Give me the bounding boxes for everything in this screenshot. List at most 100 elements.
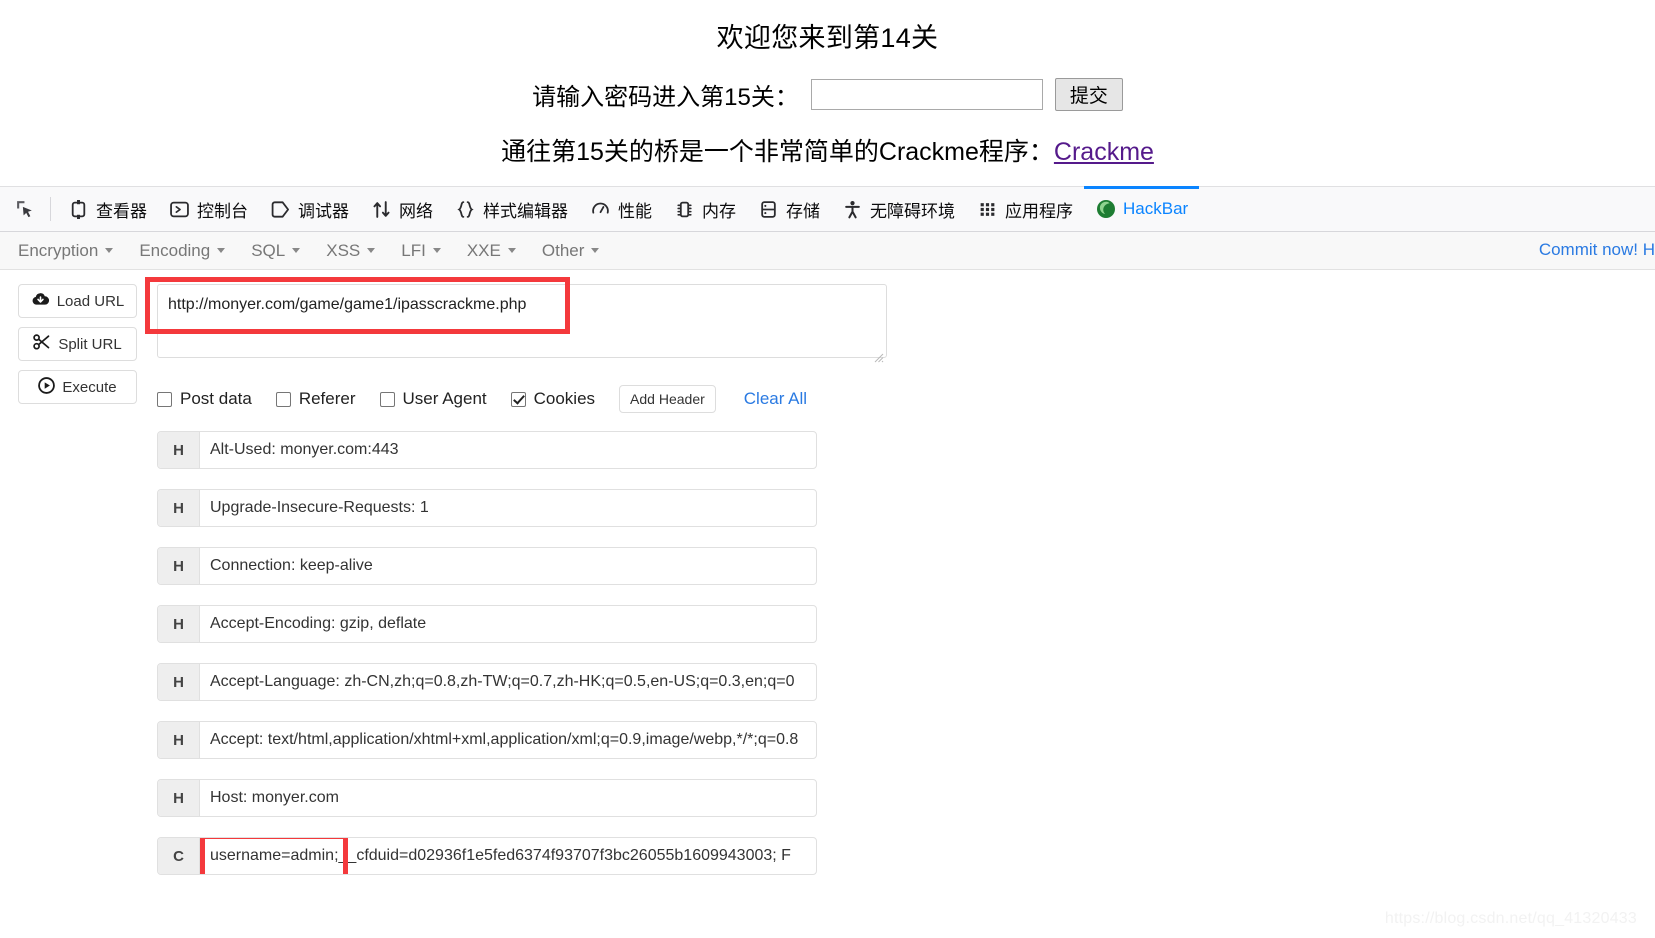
tab-label: 性能 [618,201,652,221]
menu-other[interactable]: Other [542,241,600,261]
application-icon [977,199,998,220]
cookies-checkbox[interactable] [510,391,526,407]
menu-lfi[interactable]: LFI [401,241,441,261]
header-value[interactable]: Accept-Encoding: gzip, deflate [200,606,816,642]
option-post-data[interactable]: Post data [157,389,252,409]
user-agent-checkbox[interactable] [379,391,395,407]
load-url-button[interactable]: Load URL [18,284,137,318]
crackme-link[interactable]: Crackme [1054,138,1154,166]
menu-label: Encryption [18,240,99,260]
menu-encoding[interactable]: Encoding [139,240,226,261]
console-icon [169,199,190,220]
tab-label: 控制台 [197,201,248,221]
devtools-toolbar: 查看器 控制台 调试器 网络 样式编辑器 性能 内存 存储 无障碍环境 应用程序… [0,186,1655,232]
password-form: 请输入密码进入第15关： 提交 [0,77,1655,112]
url-input[interactable] [157,284,887,358]
header-type-tag: H [158,548,200,584]
tab-hackbar[interactable]: HackBar [1084,186,1199,232]
tab-debugger[interactable]: 调试器 [259,186,360,232]
split-url-button[interactable]: Split URL [18,327,137,361]
hackbar-action-buttons: Load URL Split URL Execute [18,284,137,404]
tab-console[interactable]: 控制台 [158,186,259,232]
menu-xss[interactable]: XSS [326,241,376,261]
header-type-tag: H [158,432,200,468]
tab-memory[interactable]: 内存 [663,186,747,232]
cookie-username-part: username=admin; [210,847,339,864]
tab-label: 调试器 [298,201,349,221]
cloud-download-icon [31,292,50,311]
clear-all-link[interactable]: Clear All [744,389,807,409]
menu-label: LFI [401,240,426,260]
element-picker-icon[interactable] [6,190,44,228]
submit-button[interactable]: 提交 [1054,78,1123,111]
button-label: Load URL [56,292,125,310]
password-input[interactable] [810,79,1043,110]
chevron-down-icon [591,248,600,253]
toolbar-divider [50,197,51,221]
commit-now-link[interactable]: Commit now! H [1539,240,1655,260]
header-row[interactable]: H Host: monyer.com [157,779,817,817]
performance-icon [590,199,611,220]
cookie-value[interactable]: username=admin; __cfduid=d02936f1e5fed637… [200,838,816,874]
tab-label: 存储 [786,201,820,221]
header-row[interactable]: H Upgrade-Insecure-Requests: 1 [157,489,817,527]
option-user-agent[interactable]: User Agent [379,389,487,409]
memory-icon [674,199,695,220]
tab-label: 查看器 [96,201,147,221]
menu-xxe[interactable]: XXE [467,241,516,261]
tab-label: HackBar [1123,199,1189,218]
option-label: Cookies [533,389,596,408]
referer-checkbox[interactable] [275,391,291,407]
tab-performance[interactable]: 性能 [579,186,663,232]
tab-network[interactable]: 网络 [360,186,444,232]
tab-application[interactable]: 应用程序 [966,186,1084,232]
bridge-hint: 通往第15关的桥是一个非常简单的Crackme程序：Crackme [0,132,1655,168]
header-value[interactable]: Accept-Language: zh-CN,zh;q=0.8,zh-TW;q=… [200,664,816,700]
option-cookies[interactable]: Cookies [510,389,596,409]
execute-button[interactable]: Execute [18,370,137,404]
tab-label: 网络 [399,201,433,221]
header-row[interactable]: H Accept-Language: zh-CN,zh;q=0.8,zh-TW;… [157,663,817,701]
menu-sql[interactable]: SQL [251,241,301,261]
header-row[interactable]: H Accept: text/html,application/xhtml+xm… [157,721,817,759]
header-type-tag: H [158,490,200,526]
hackbar-body: Load URL Split URL Execute http://monyer… [0,270,1655,875]
header-row[interactable]: H Connection: keep-alive [157,547,817,585]
inspector-icon [68,199,89,220]
header-value[interactable]: Alt-Used: monyer.com:443 [200,432,816,468]
header-value[interactable]: Upgrade-Insecure-Requests: 1 [200,490,816,526]
post-data-checkbox[interactable] [157,391,172,407]
accessibility-icon [842,199,863,220]
hackbar-menubar: Encryption Encoding SQL XSS LFI XXE Othe… [0,232,1655,270]
hackbar-main-column: Post data Referer User Agent Cookies Add… [145,277,1655,875]
cookie-rest-part: __cfduid=d02936f1e5fed6374f93707f3bc2605… [338,847,791,864]
header-value[interactable]: Host: monyer.com [200,780,816,816]
menu-label: Encoding [139,240,211,260]
tab-storage[interactable]: 存储 [747,186,831,232]
option-label: User Agent [402,389,487,408]
header-type-tag: H [158,606,200,642]
button-label: Split URL [58,335,122,353]
header-value[interactable]: Connection: keep-alive [200,548,816,584]
menu-encryption[interactable]: Encryption [18,240,114,261]
tab-label: 内存 [702,201,736,221]
cookie-row[interactable]: C username=admin; __cfduid=d02936f1e5fed6… [157,837,817,875]
header-list: H Alt-Used: monyer.com:443 H Upgrade-Ins… [157,431,1655,875]
devtools-tab-list: 查看器 控制台 调试器 网络 样式编辑器 性能 内存 存储 无障碍环境 应用程序… [57,186,1199,232]
screenshot-root: 欢迎您来到第14关 请输入密码进入第15关： 提交 通往第15关的桥是一个非常简… [0,0,1655,938]
tab-accessibility[interactable]: 无障碍环境 [831,186,966,232]
tab-inspector[interactable]: 查看器 [57,186,158,232]
tab-style-editor[interactable]: 样式编辑器 [444,186,579,232]
scissors-icon [33,334,51,354]
option-label: Post data [180,389,252,408]
chevron-down-icon [292,248,301,253]
add-header-button[interactable]: Add Header [619,385,716,413]
option-referer[interactable]: Referer [275,389,356,409]
chevron-down-icon [507,248,516,253]
header-type-tag: H [158,664,200,700]
header-value[interactable]: Accept: text/html,application/xhtml+xml,… [200,722,816,758]
header-row[interactable]: H Alt-Used: monyer.com:443 [157,431,817,469]
request-options-row: Post data Referer User Agent Cookies Add… [157,385,1655,413]
tab-label: 应用程序 [1005,201,1073,221]
header-row[interactable]: H Accept-Encoding: gzip, deflate [157,605,817,643]
